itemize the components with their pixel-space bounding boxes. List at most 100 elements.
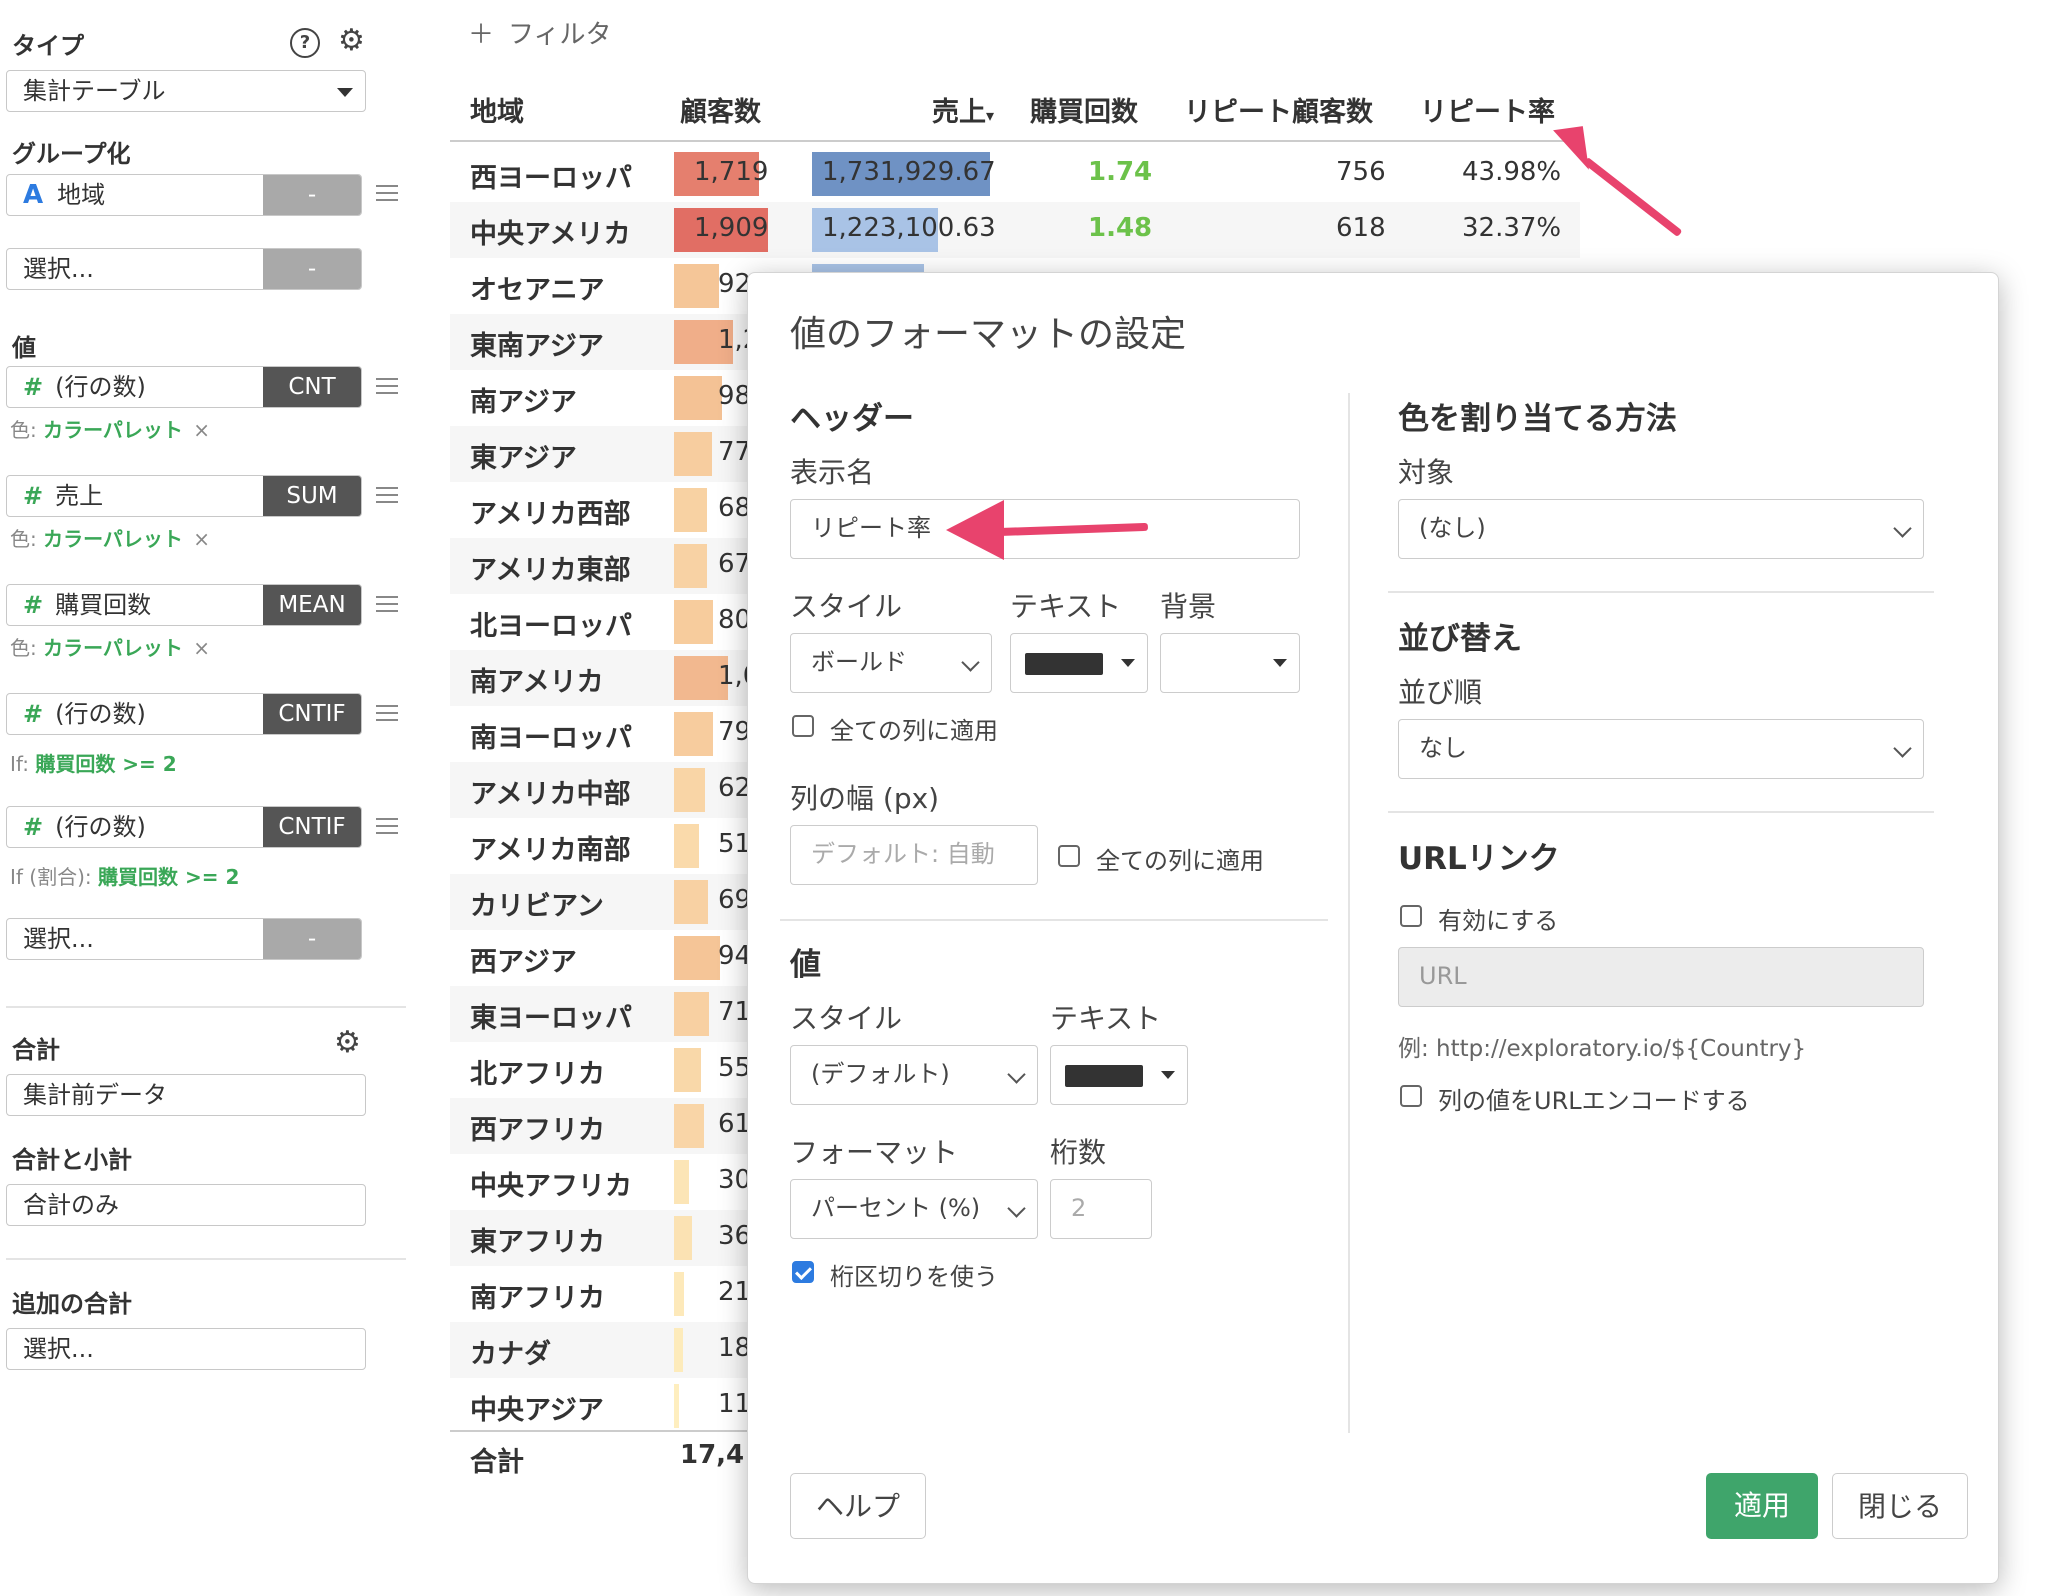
value-field[interactable]: # (行の数) CNTIF xyxy=(6,693,362,735)
type-select[interactable]: 集計テーブル xyxy=(6,70,366,112)
header-repeat-rate[interactable]: リピート率 xyxy=(1420,90,1555,129)
color-palette-link[interactable]: カラーパレット xyxy=(43,418,183,442)
region-cell: 東ヨーロッパ xyxy=(470,1003,632,1034)
extra-total-select[interactable]: 選択... xyxy=(6,1328,366,1370)
color-palette-link[interactable]: カラーパレット xyxy=(43,527,183,551)
url-enable-checkbox[interactable] xyxy=(1400,905,1422,927)
value-field[interactable]: # (行の数) CNT xyxy=(6,366,362,408)
value-style-select[interactable]: (デフォルト) xyxy=(790,1045,1038,1105)
close-icon[interactable]: × xyxy=(193,636,210,660)
thousands-separator-checkbox[interactable] xyxy=(792,1261,814,1283)
value-note: 色: カラーパレット × xyxy=(10,527,211,551)
add-filter-button[interactable]: ＋ フィルタ xyxy=(468,14,612,51)
close-icon[interactable]: × xyxy=(193,527,210,551)
menu-icon[interactable] xyxy=(376,185,398,201)
chevron-down-icon xyxy=(337,88,353,97)
customers-cell: 1,719 xyxy=(694,157,769,187)
aggregation-tag[interactable]: SUM xyxy=(263,476,361,516)
value-field[interactable]: # 売上 SUM xyxy=(6,475,362,517)
header-repeat-customers[interactable]: リピート顧客数 xyxy=(1184,90,1373,129)
gear-icon[interactable]: ⚙ xyxy=(334,1028,361,1058)
format-select[interactable]: パーセント (%) xyxy=(790,1179,1038,1239)
customers-bar xyxy=(674,488,707,532)
region-cell: 西ヨーロッパ xyxy=(470,163,632,194)
customers-bar xyxy=(674,712,713,756)
region-cell: 南アメリカ xyxy=(470,667,604,698)
url-input[interactable]: URL xyxy=(1398,947,1924,1007)
values-select-tag[interactable]: - xyxy=(263,919,361,959)
customers-bar xyxy=(674,880,708,924)
group-select[interactable]: 選択... - xyxy=(6,248,362,290)
color-palette-link[interactable]: カラーパレット xyxy=(43,636,183,660)
apply-button[interactable]: 適用 xyxy=(1706,1473,1818,1539)
region-cell: 南アフリカ xyxy=(470,1283,605,1314)
url-encode-checkbox[interactable] xyxy=(1400,1085,1422,1107)
column-width-input[interactable]: デフォルト: 自動 xyxy=(790,825,1038,885)
region-cell: 東アフリカ xyxy=(470,1227,605,1258)
header-text-color-picker[interactable] xyxy=(1010,633,1148,693)
aggregation-tag[interactable]: CNTIF xyxy=(263,807,361,847)
color-section-title: 色を割り当てる方法 xyxy=(1398,401,1677,437)
total-select[interactable]: 集計前データ xyxy=(6,1074,366,1116)
header-style-select[interactable]: ボールド xyxy=(790,633,992,693)
color-target-select[interactable]: (なし) xyxy=(1398,499,1924,559)
value-text-label: テキスト xyxy=(1050,1002,1162,1035)
sort-order-select[interactable]: なし xyxy=(1398,719,1924,779)
apply-all-columns-checkbox[interactable] xyxy=(792,715,814,737)
aggregation-tag[interactable]: CNTIF xyxy=(263,694,361,734)
value-field[interactable]: # 購買回数 MEAN xyxy=(6,584,362,626)
value-text-color-picker[interactable] xyxy=(1050,1045,1188,1105)
header-bg-color-picker[interactable] xyxy=(1160,633,1300,693)
region-cell: アメリカ東部 xyxy=(470,555,631,586)
number-type-icon: # xyxy=(23,813,44,841)
region-cell: オセアニア xyxy=(470,275,605,306)
extra-total-label: 追加の合計 xyxy=(12,1290,132,1318)
sales-cell: 1,731,929.67 xyxy=(822,157,996,187)
values-select[interactable]: 選択... - xyxy=(6,918,362,960)
header-purchases[interactable]: 購買回数 xyxy=(1030,90,1138,129)
digits-input[interactable]: 2 xyxy=(1050,1179,1152,1239)
apply-all-width-checkbox[interactable] xyxy=(1058,845,1080,867)
footer-divider xyxy=(450,1430,750,1432)
subtotal-select[interactable]: 合計のみ xyxy=(6,1184,366,1226)
sort-desc-icon: ▾ xyxy=(986,106,995,125)
menu-icon[interactable] xyxy=(376,487,398,503)
aggregation-tag[interactable]: CNT xyxy=(263,367,361,407)
subtotal-label: 合計と小計 xyxy=(12,1146,132,1174)
menu-icon[interactable] xyxy=(376,705,398,721)
help-icon[interactable]: ? xyxy=(290,28,320,58)
header-region[interactable]: 地域 xyxy=(470,90,524,129)
close-button[interactable]: 閉じる xyxy=(1832,1473,1968,1539)
group-field[interactable]: A 地域 - xyxy=(6,174,362,216)
value-note: If (割合): 購買回数 >= 2 xyxy=(10,865,240,889)
gear-icon[interactable]: ⚙ xyxy=(338,26,365,56)
purchases-cell: 1.74 xyxy=(1088,157,1153,187)
customers-bar xyxy=(674,264,719,308)
purchases-cell: 1.48 xyxy=(1088,213,1153,243)
sales-cell: 1,223,100.63 xyxy=(822,213,996,243)
plus-icon: ＋ xyxy=(468,20,495,50)
group-field-name: 地域 xyxy=(57,181,106,209)
aggregation-tag[interactable]: MEAN xyxy=(263,585,361,625)
header-sales[interactable]: 売上▾ xyxy=(932,90,994,129)
condition-link[interactable]: 購買回数 >= 2 xyxy=(98,865,239,889)
value-style-label: スタイル xyxy=(790,1002,903,1035)
menu-icon[interactable] xyxy=(376,378,398,394)
region-cell: 東アジア xyxy=(470,443,577,474)
divider xyxy=(1388,811,1934,813)
group-select-tag[interactable]: - xyxy=(263,249,361,289)
header-customers[interactable]: 顧客数 xyxy=(680,90,761,129)
region-cell: カリビアン xyxy=(470,891,604,922)
close-icon[interactable]: × xyxy=(193,418,210,442)
condition-link[interactable]: 購買回数 >= 2 xyxy=(35,752,176,776)
menu-icon[interactable] xyxy=(376,596,398,612)
customers-bar xyxy=(674,1104,704,1148)
repeat-rate-cell: 32.37% xyxy=(1462,213,1562,243)
region-cell: 南アジア xyxy=(470,387,577,418)
column-divider xyxy=(1348,393,1350,1433)
help-button[interactable]: ヘルプ xyxy=(790,1473,926,1539)
type-select-value: 集計テーブル xyxy=(23,77,166,105)
menu-icon[interactable] xyxy=(376,818,398,834)
value-field[interactable]: # (行の数) CNTIF xyxy=(6,806,362,848)
group-field-tag[interactable]: - xyxy=(263,175,361,215)
